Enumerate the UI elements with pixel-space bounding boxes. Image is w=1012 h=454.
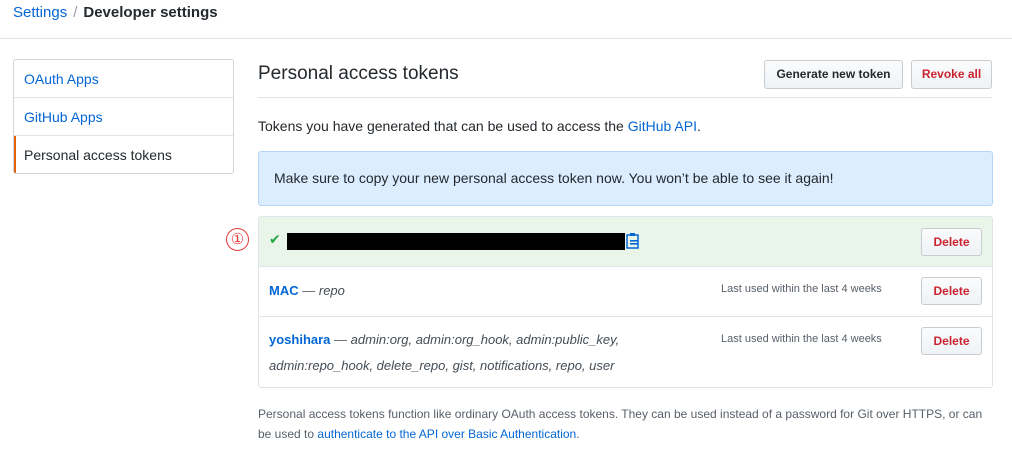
header-divider: [0, 38, 1012, 39]
token-scopes-line1: admin:org, admin:org_hook, admin:public_…: [350, 332, 620, 347]
developer-settings-menu: OAuth Apps GitHub Apps Personal access t…: [13, 59, 234, 174]
copy-token-flash: Make sure to copy your new personal acce…: [258, 151, 993, 206]
basic-auth-link[interactable]: authenticate to the API over Basic Authe…: [317, 427, 576, 441]
footnote-text: Personal access tokens function like ord…: [258, 404, 998, 444]
token-value-redacted[interactable]: [287, 233, 625, 250]
breadcrumb-separator: /: [73, 4, 78, 21]
token-scopes-line2: admin:repo_hook, delete_repo, gist, noti…: [269, 358, 615, 373]
sidebar-item-oauth-apps[interactable]: OAuth Apps: [14, 60, 233, 98]
intro-text: Tokens you have generated that can be us…: [258, 117, 701, 135]
delete-token-button[interactable]: Delete: [921, 228, 982, 256]
generate-new-token-button[interactable]: Generate new token: [764, 60, 903, 89]
delete-token-button[interactable]: Delete: [921, 327, 982, 355]
revoke-all-button[interactable]: Revoke all: [911, 60, 992, 89]
title-divider: [258, 97, 992, 98]
breadcrumb: Settings / Developer settings: [13, 4, 218, 22]
token-description: MAC — repo: [269, 278, 345, 304]
new-token-row: ✔ Delete: [259, 217, 992, 267]
footnote-end: .: [576, 427, 580, 441]
delete-token-button[interactable]: Delete: [921, 277, 982, 305]
token-scopes: repo: [318, 283, 345, 298]
flash-message: Make sure to copy your new personal acce…: [274, 170, 834, 186]
github-api-link[interactable]: GitHub API: [628, 118, 697, 134]
breadcrumb-current: Developer settings: [83, 4, 218, 21]
token-name-link[interactable]: MAC: [269, 283, 299, 298]
token-name-link[interactable]: yoshihara: [269, 332, 330, 347]
token-list: ✔ Delete MAC — repo Last used within the…: [258, 216, 993, 388]
token-last-used: Last used within the last 4 weeks: [721, 333, 882, 345]
clipboard-icon[interactable]: [626, 232, 640, 249]
sidebar-item-github-apps[interactable]: GitHub Apps: [14, 98, 233, 136]
page-title: Personal access tokens: [258, 63, 459, 84]
intro-text-body: Tokens you have generated that can be us…: [258, 118, 628, 134]
token-separator: —: [302, 283, 316, 298]
breadcrumb-settings-link[interactable]: Settings: [13, 4, 67, 21]
sidebar-item-personal-access-tokens[interactable]: Personal access tokens: [14, 136, 233, 173]
token-row-yoshihara: yoshihara — admin:org, admin:org_hook, a…: [259, 317, 992, 387]
annotation-marker: ①: [226, 228, 249, 251]
token-description: yoshihara — admin:org, admin:org_hook, a…: [269, 327, 689, 379]
token-separator: —: [334, 332, 348, 347]
check-icon: ✔: [269, 231, 281, 247]
intro-text-end: .: [696, 118, 701, 134]
token-row-mac: MAC — repo Last used within the last 4 w…: [259, 267, 992, 317]
token-last-used: Last used within the last 4 weeks: [721, 283, 882, 295]
